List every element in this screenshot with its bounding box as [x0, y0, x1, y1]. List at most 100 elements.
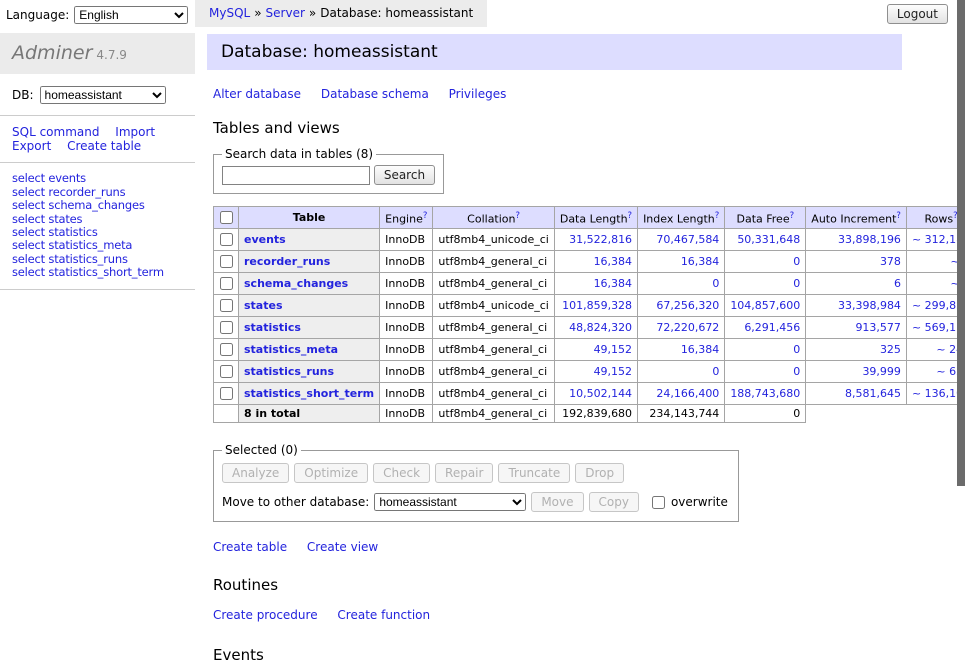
- table-name-link[interactable]: statistics_runs: [244, 365, 334, 378]
- collation-cell: utf8mb4_unicode_ci: [433, 229, 554, 251]
- table-name-link[interactable]: statistics_short_term: [244, 387, 374, 400]
- engine-cell: InnoDB: [380, 295, 433, 317]
- table-select-link[interactable]: select states: [12, 212, 82, 226]
- drop-button[interactable]: Drop: [575, 463, 624, 483]
- row-checkbox[interactable]: [220, 233, 233, 246]
- logout-button[interactable]: Logout: [887, 4, 948, 24]
- footer-collation-cell: utf8mb4_general_ci: [433, 405, 554, 423]
- row-checkbox[interactable]: [220, 387, 233, 400]
- table-name-link[interactable]: schema_changes: [244, 277, 348, 290]
- help-link[interactable]: ?: [790, 211, 795, 221]
- table-select-link[interactable]: select events: [12, 171, 86, 185]
- collation-cell: utf8mb4_general_ci: [433, 251, 554, 273]
- row-checkbox[interactable]: [220, 365, 233, 378]
- index-length-cell: 0: [638, 273, 725, 295]
- routine-create-link[interactable]: Create procedure: [213, 608, 318, 622]
- database-action-link[interactable]: Database schema: [321, 87, 429, 101]
- engine-cell: InnoDB: [380, 317, 433, 339]
- adminer-logo: Adminer: [12, 42, 92, 64]
- help-superscript: ?: [423, 210, 428, 221]
- row-select-cell: [214, 339, 239, 361]
- optimize-button[interactable]: Optimize: [294, 463, 368, 483]
- row-checkbox[interactable]: [220, 299, 233, 312]
- table-select-link[interactable]: select schema_changes: [12, 198, 145, 212]
- database-action-link[interactable]: Alter database: [213, 87, 301, 101]
- help-link[interactable]: ?: [423, 211, 428, 221]
- engine-cell: InnoDB: [380, 251, 433, 273]
- sidebar-action-link[interactable]: Import: [115, 125, 155, 139]
- table-select-link[interactable]: select statistics_meta: [12, 238, 132, 252]
- breadcrumb-separator: »: [309, 6, 316, 20]
- sidebar-table-link-item: select statistics_short_term: [12, 266, 195, 278]
- table-name-link[interactable]: statistics_meta: [244, 343, 338, 356]
- scrollbar-thumb[interactable]: [957, 0, 965, 486]
- table-row: statistics_runsInnoDButf8mb4_general_ci4…: [214, 361, 966, 383]
- create-link[interactable]: Create table: [213, 540, 287, 554]
- collation-cell: utf8mb4_general_ci: [433, 339, 554, 361]
- index-length-cell: 24,166,400: [638, 383, 725, 405]
- breadcrumb: MySQL»Server»Database: homeassistant: [195, 0, 487, 27]
- search-input[interactable]: [222, 166, 370, 185]
- routine-create-link[interactable]: Create function: [337, 608, 430, 622]
- analyze-button[interactable]: Analyze: [222, 463, 289, 483]
- language-select[interactable]: English: [74, 6, 188, 24]
- database-action-link[interactable]: Privileges: [449, 87, 507, 101]
- row-checkbox[interactable]: [220, 255, 233, 268]
- footer-absent-cell: [806, 405, 907, 423]
- sidebar-table-link-item: select statistics_meta: [12, 239, 195, 251]
- help-link[interactable]: ?: [516, 211, 521, 221]
- table-select-link[interactable]: select recorder_runs: [12, 185, 125, 199]
- move-button[interactable]: Move: [531, 492, 583, 512]
- overwrite-checkbox[interactable]: [652, 496, 665, 509]
- select-all-cell: [214, 207, 239, 229]
- table-select-link[interactable]: select statistics_short_term: [12, 265, 164, 279]
- create-link[interactable]: Create view: [307, 540, 378, 554]
- data-length-cell: 49,152: [554, 339, 637, 361]
- row-checkbox[interactable]: [220, 277, 233, 290]
- table-name-link[interactable]: states: [244, 299, 283, 312]
- sidebar-action-link[interactable]: Create table: [67, 139, 141, 153]
- row-checkbox[interactable]: [220, 321, 233, 334]
- table-name-cell: statistics_meta: [239, 339, 380, 361]
- check-button[interactable]: Check: [373, 463, 430, 483]
- data-length-cell: 101,859,328: [554, 295, 637, 317]
- table-select-link[interactable]: select statistics: [12, 225, 98, 239]
- breadcrumb-link[interactable]: MySQL: [209, 6, 250, 20]
- table-name-link[interactable]: recorder_runs: [244, 255, 330, 268]
- truncate-button[interactable]: Truncate: [498, 463, 570, 483]
- footer-total-cell: 8 in total: [239, 405, 380, 423]
- row-select-cell: [214, 251, 239, 273]
- db-select[interactable]: homeassistant: [40, 86, 166, 104]
- move-db-select[interactable]: homeassistant: [374, 493, 526, 511]
- row-checkbox[interactable]: [220, 343, 233, 356]
- sidebar-divider: [0, 289, 195, 290]
- sidebar-action-link[interactable]: Export: [12, 139, 51, 153]
- adminer-brand-box: Adminer4.7.9: [0, 33, 195, 74]
- row-select-cell: [214, 273, 239, 295]
- table-name-link[interactable]: events: [244, 233, 286, 246]
- repair-button[interactable]: Repair: [435, 463, 493, 483]
- table-name-cell: statistics_short_term: [239, 383, 380, 405]
- breadcrumb-link[interactable]: Server: [266, 6, 305, 20]
- help-link[interactable]: ?: [715, 211, 720, 221]
- data-free-cell: 0: [725, 251, 806, 273]
- copy-button[interactable]: Copy: [589, 492, 639, 512]
- table-row: statesInnoDButf8mb4_unicode_ci101,859,32…: [214, 295, 966, 317]
- table-select-link[interactable]: select statistics_runs: [12, 252, 128, 266]
- row-select-cell: [214, 229, 239, 251]
- table-footer-row: 8 in totalInnoDButf8mb4_general_ci192,83…: [214, 405, 966, 423]
- table-name-cell: events: [239, 229, 380, 251]
- table-name-link[interactable]: statistics: [244, 321, 301, 334]
- help-link[interactable]: ?: [896, 211, 901, 221]
- engine-cell: InnoDB: [380, 383, 433, 405]
- search-button[interactable]: Search: [374, 165, 435, 185]
- select-all-checkbox[interactable]: [220, 211, 233, 224]
- sidebar-table-link-item: select statistics: [12, 226, 195, 238]
- data-length-cell: 48,824,320: [554, 317, 637, 339]
- data-free-cell: 50,331,648: [725, 229, 806, 251]
- help-link[interactable]: ?: [628, 211, 633, 221]
- scrollbar-track[interactable]: [957, 0, 966, 543]
- sidebar-table-link-item: select states: [12, 213, 195, 225]
- sidebar-action-link[interactable]: SQL command: [12, 125, 99, 139]
- search-legend: Search data in tables (8): [222, 147, 376, 161]
